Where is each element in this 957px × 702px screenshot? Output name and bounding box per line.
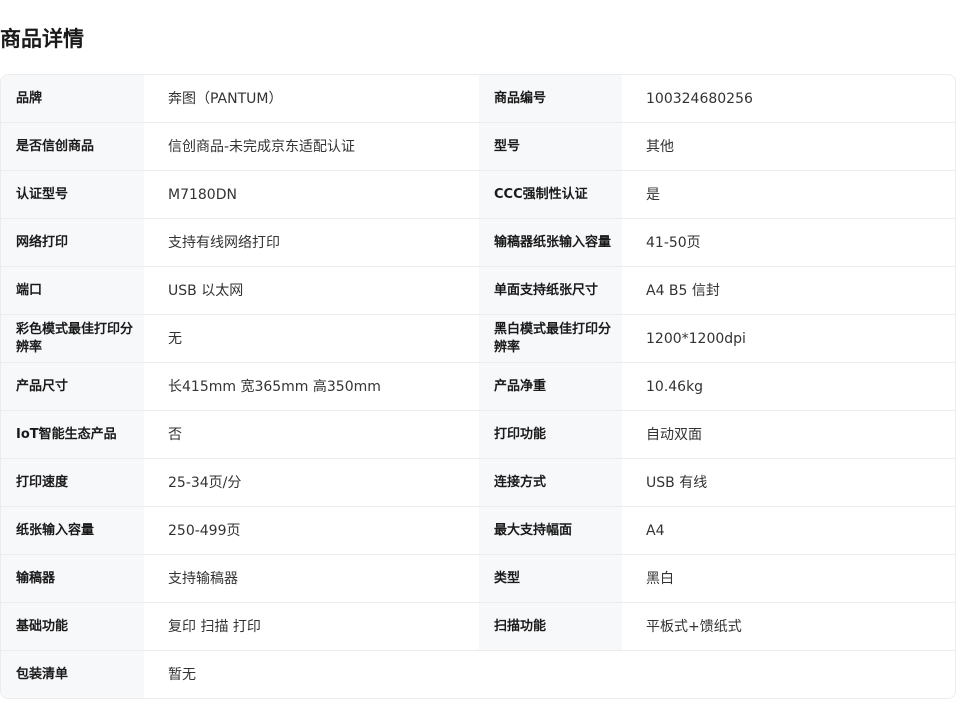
spec-value: 否 (168, 426, 182, 443)
spec-key: 最大支持幅面 (479, 507, 622, 554)
spec-key: 包装清单 (1, 651, 144, 698)
spec-key: 打印功能 (479, 411, 622, 458)
spec-value: 奔图（PANTUM） (168, 90, 283, 107)
spec-key: 商品编号 (479, 75, 622, 122)
spec-key: 打印速度 (1, 459, 144, 506)
spec-row: 包装清单 暂无 (1, 651, 955, 698)
spec-row: 网络打印 支持有线网络打印 输稿器纸张输入容量 41-50页 (1, 219, 955, 267)
spec-key: 网络打印 (1, 219, 144, 266)
spec-value: A4 B5 信封 (646, 282, 720, 299)
spec-key: 认证型号 (1, 171, 144, 218)
spec-key: 彩色模式最佳打印分辨率 (1, 315, 144, 362)
page-title: 商品详情 (0, 27, 84, 51)
spec-key: 类型 (479, 555, 622, 602)
spec-row: 认证型号 M7180DN CCC强制性认证 是 (1, 171, 955, 219)
spec-row: 产品尺寸 长415mm 宽365mm 高350mm 产品净重 10.46kg (1, 363, 955, 411)
spec-value: 100324680256 (646, 90, 753, 107)
spec-key: 黑白模式最佳打印分辨率 (479, 315, 622, 362)
spec-row: 基础功能 复印 扫描 打印 扫描功能 平板式+馈纸式 (1, 603, 955, 651)
spec-key: CCC强制性认证 (479, 171, 622, 218)
spec-value: 其他 (646, 138, 674, 155)
spec-value: 黑白 (646, 570, 674, 587)
spec-key: IoT智能生态产品 (1, 411, 144, 458)
spec-value: 1200*1200dpi (646, 330, 746, 347)
spec-value: 无 (168, 330, 182, 347)
spec-row: 输稿器 支持输稿器 类型 黑白 (1, 555, 955, 603)
spec-value: 暂无 (168, 667, 196, 683)
spec-value: 25-34页/分 (168, 474, 242, 491)
spec-row: IoT智能生态产品 否 打印功能 自动双面 (1, 411, 955, 459)
spec-row: 品牌 奔图（PANTUM） 商品编号 100324680256 (1, 75, 955, 123)
spec-value: 250-499页 (168, 522, 241, 539)
spec-key: 品牌 (1, 75, 144, 122)
spec-value: 10.46kg (646, 378, 704, 395)
spec-value: 支持输稿器 (168, 570, 238, 587)
spec-value: M7180DN (168, 186, 237, 203)
spec-key: 产品净重 (479, 363, 622, 410)
spec-value: 复印 扫描 打印 (168, 618, 261, 635)
spec-row: 彩色模式最佳打印分辨率 无 黑白模式最佳打印分辨率 1200*1200dpi (1, 315, 955, 363)
spec-value: 平板式+馈纸式 (646, 618, 742, 635)
spec-value: USB 以太网 (168, 282, 244, 299)
spec-key: 是否信创商品 (1, 123, 144, 170)
spec-key: 单面支持纸张尺寸 (479, 267, 622, 314)
spec-row: 端口 USB 以太网 单面支持纸张尺寸 A4 B5 信封 (1, 267, 955, 315)
spec-value: 长415mm 宽365mm 高350mm (168, 378, 381, 395)
spec-key: 产品尺寸 (1, 363, 144, 410)
spec-value: 41-50页 (646, 234, 701, 251)
spec-key: 端口 (1, 267, 144, 314)
spec-key: 输稿器纸张输入容量 (479, 219, 622, 266)
spec-row: 是否信创商品 信创商品-未完成京东适配认证 型号 其他 (1, 123, 955, 171)
spec-value: 是 (646, 186, 660, 203)
spec-table: 品牌 奔图（PANTUM） 商品编号 100324680256 是否信创商品 信… (0, 74, 956, 699)
spec-row: 纸张输入容量 250-499页 最大支持幅面 A4 (1, 507, 955, 555)
spec-key: 纸张输入容量 (1, 507, 144, 554)
spec-row: 打印速度 25-34页/分 连接方式 USB 有线 (1, 459, 955, 507)
spec-value: A4 (646, 522, 665, 539)
spec-key: 型号 (479, 123, 622, 170)
spec-value: 自动双面 (646, 426, 702, 443)
spec-value: 支持有线网络打印 (168, 234, 280, 251)
spec-key: 连接方式 (479, 459, 622, 506)
spec-key: 输稿器 (1, 555, 144, 602)
spec-value: USB 有线 (646, 474, 708, 491)
spec-key: 扫描功能 (479, 603, 622, 650)
spec-key: 基础功能 (1, 603, 144, 650)
spec-value: 信创商品-未完成京东适配认证 (168, 138, 356, 155)
